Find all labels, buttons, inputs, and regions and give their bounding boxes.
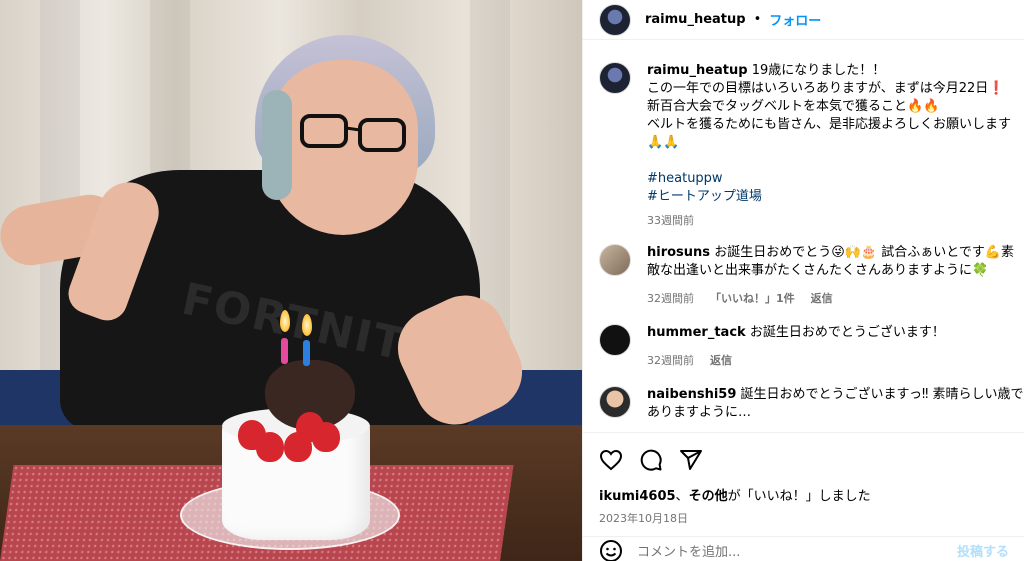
caption-meta: 33週間前 — [647, 212, 1024, 230]
post-comment-button[interactable]: 投稿する — [957, 541, 1009, 560]
post-actions: ikumi4605、その他が「いいね！」しました 2023年10月18日 — [583, 432, 1024, 526]
comment-input[interactable]: コメントを追加... — [637, 541, 957, 560]
caption-line: 新百合大会でタッグベルトを本気で獲ること🔥🔥 — [647, 99, 940, 114]
candle-1 — [281, 338, 288, 364]
comment-text: お誕生日おめでとうございます！ — [749, 325, 945, 340]
comment-body: hummer_tack お誕生日おめでとうございます！ 32週間前 返信 — [647, 324, 1024, 370]
caption-line: 🙏🙏 — [647, 135, 680, 150]
caption-line: ベルトを獲るためにも皆さん、是非応援よろしくお願いします — [647, 117, 1012, 132]
separator-dot: • — [753, 12, 762, 27]
liked-by-others[interactable]: その他 — [689, 489, 728, 504]
comment-icon[interactable] — [639, 448, 663, 472]
candle-flame — [280, 310, 290, 332]
comment-item: naibenshi59 誕生日おめでとうございますっ‼ 素晴らしい歳でありますよ… — [599, 386, 1024, 422]
comment-username[interactable]: hirosuns — [647, 245, 710, 260]
post-header: raimu_heatup • フォロー — [583, 0, 1024, 40]
commenter-avatar[interactable] — [599, 324, 631, 356]
action-icons — [599, 445, 1009, 475]
comment-body: hirosuns お誕生日おめでとう😜🙌🎂 試合ふぁいとです💪素敵な出逢いと出来… — [647, 244, 1024, 308]
comment-body: naibenshi59 誕生日おめでとうございますっ‼ 素晴らしい歳でありますよ… — [647, 386, 1024, 422]
post-date[interactable]: 2023年10月18日 — [599, 510, 1009, 526]
caption-line: 19歳になりました！！ — [751, 63, 886, 78]
comment-likes[interactable]: 「いいね！」1件 — [710, 290, 795, 308]
comment-time[interactable]: 32週間前 — [647, 352, 694, 370]
comment-meta: 32週間前 返信 — [647, 352, 1024, 370]
comment-username[interactable]: naibenshi59 — [647, 387, 736, 402]
post-sidebar: raimu_heatup • フォロー raimu_heatup 19歳になりま… — [582, 0, 1024, 561]
author-username[interactable]: raimu_heatup — [645, 12, 746, 27]
candle-flame — [302, 314, 312, 336]
comment-item: hirosuns お誕生日おめでとう😜🙌🎂 試合ふぁいとです💪素敵な出逢いと出来… — [599, 244, 1024, 308]
hashtag-link[interactable]: #ヒートアップ道場 — [647, 188, 1024, 206]
post-photo[interactable]: FORTNITE — [0, 0, 582, 561]
comment-meta: 32週間前 「いいね！」1件 返信 — [647, 290, 1024, 308]
hashtag-link[interactable]: #heatuppw — [647, 170, 1024, 188]
liked-by-user[interactable]: ikumi4605 — [599, 489, 676, 504]
comment-time[interactable]: 32週間前 — [647, 290, 694, 308]
reply-button[interactable]: 返信 — [811, 290, 833, 308]
liked-by-line: ikumi4605、その他が「いいね！」しました — [599, 485, 1009, 504]
comment-item: hummer_tack お誕生日おめでとうございます！ 32週間前 返信 — [599, 324, 1024, 370]
glasses — [300, 114, 406, 152]
strawberry — [256, 432, 284, 462]
caption-line: この一年での目標はいろいろありますが、まずは今月22日❗ — [647, 81, 1005, 96]
add-comment-bar: コメントを追加... 投稿する — [583, 536, 1024, 561]
caption-body: raimu_heatup 19歳になりました！！ この一年での目標はいろいろあり… — [647, 62, 1024, 230]
comments-list[interactable]: raimu_heatup 19歳になりました！！ この一年での目標はいろいろあり… — [583, 48, 1024, 431]
liked-by-suffix: が「いいね！」しました — [727, 489, 871, 504]
strawberry — [296, 412, 324, 442]
candle-9 — [303, 340, 310, 366]
person-hair-side — [262, 90, 292, 200]
emoji-icon[interactable] — [599, 539, 623, 561]
reply-button[interactable]: 返信 — [710, 352, 732, 370]
heart-icon[interactable] — [599, 448, 623, 472]
author-avatar[interactable] — [599, 3, 631, 36]
comment-username[interactable]: hummer_tack — [647, 325, 746, 340]
follow-button[interactable]: フォロー — [769, 10, 821, 29]
caption-time[interactable]: 33週間前 — [647, 212, 694, 230]
author-avatar[interactable] — [599, 62, 631, 94]
caption: raimu_heatup 19歳になりました！！ この一年での目標はいろいろあり… — [599, 62, 1024, 230]
commenter-avatar[interactable] — [599, 386, 631, 418]
commenter-avatar[interactable] — [599, 244, 631, 276]
share-icon[interactable] — [679, 448, 703, 472]
caption-username[interactable]: raimu_heatup — [647, 63, 748, 78]
liked-by-separator: 、 — [675, 489, 689, 504]
